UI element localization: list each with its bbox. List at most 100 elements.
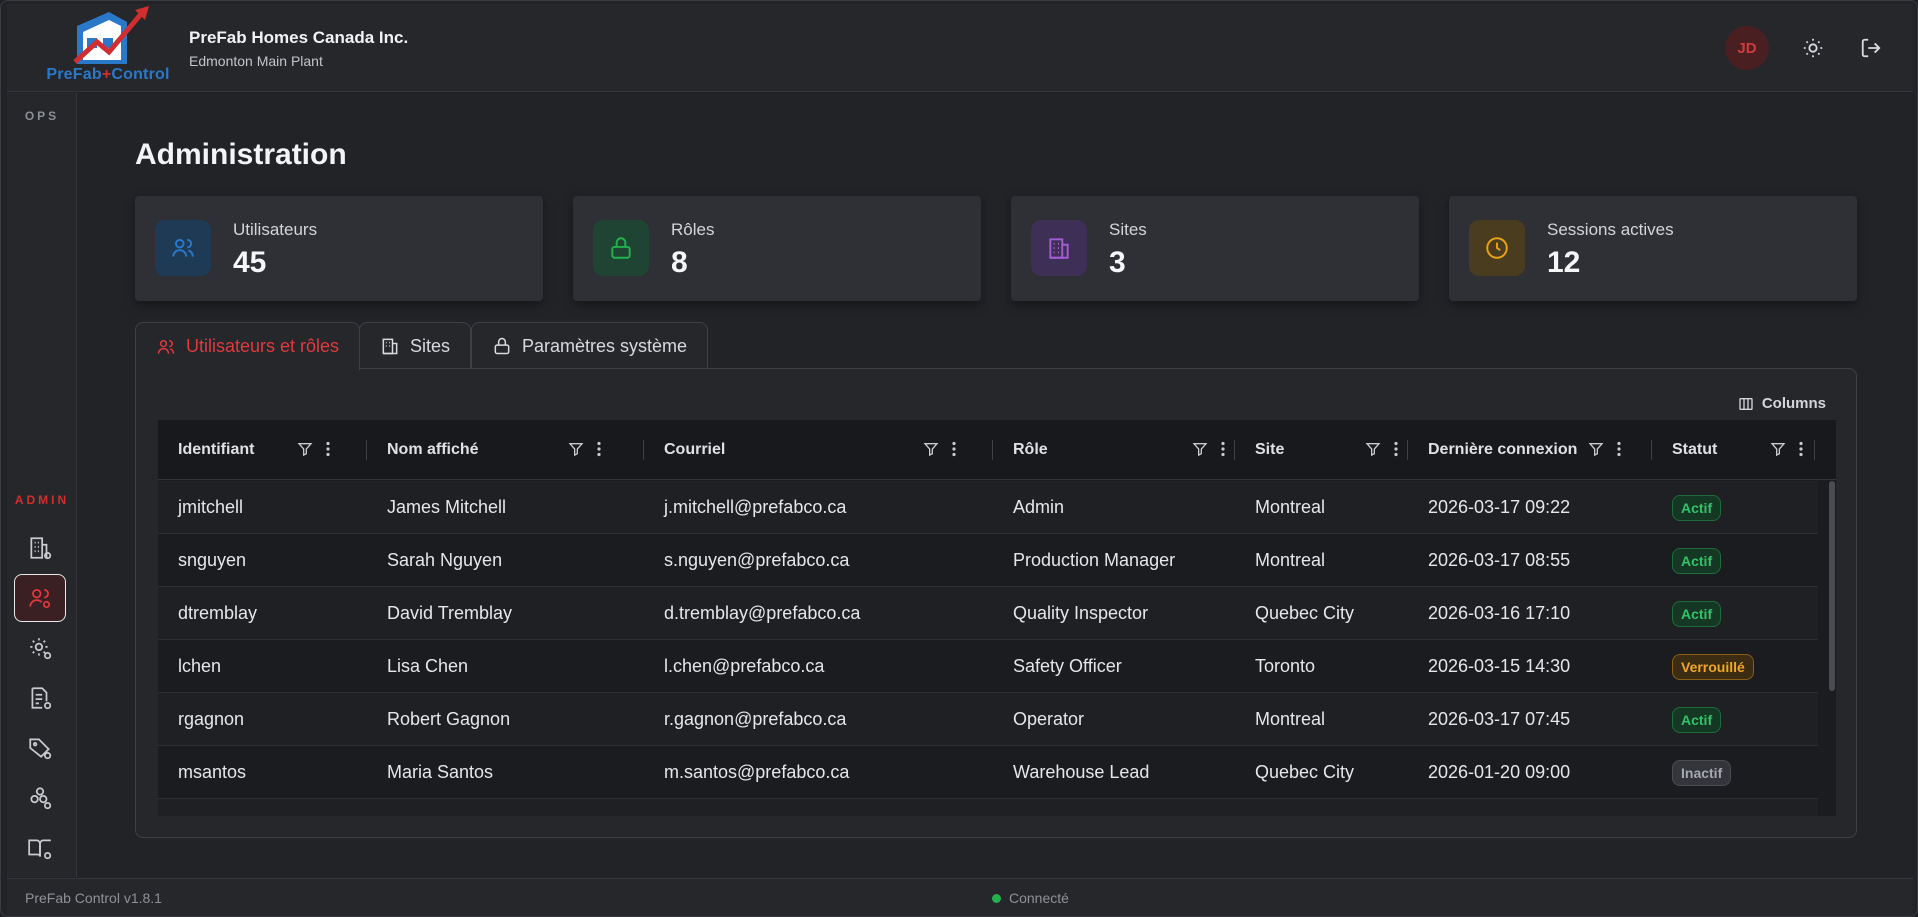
table-row[interactable]: snguyen Sarah Nguyen s.nguyen@prefabco.ca P… bbox=[158, 534, 1818, 587]
sidebar-section-admin: ADMIN bbox=[14, 493, 70, 507]
column-header-identifiant[interactable]: Identifiant bbox=[178, 420, 254, 480]
column-menu-button[interactable] bbox=[951, 441, 957, 457]
stat-value: 12 bbox=[1547, 246, 1581, 279]
more-vertical-icon bbox=[326, 441, 330, 457]
clock-icon bbox=[1486, 237, 1508, 259]
stat-value: 45 bbox=[233, 246, 267, 279]
table-cell: 2026-03-16 17:10 bbox=[1428, 603, 1571, 623]
column-filter-button[interactable] bbox=[1588, 441, 1604, 457]
sidebar-item-documents[interactable] bbox=[14, 674, 66, 722]
lock-icon bbox=[494, 337, 510, 355]
logout-button[interactable] bbox=[1857, 34, 1885, 62]
sidebar-item-materials[interactable] bbox=[14, 774, 66, 822]
table-row[interactable]: msantos Maria Santos m.santos@prefabco.ca W… bbox=[158, 746, 1818, 799]
status-cell: Actif bbox=[1672, 481, 1722, 534]
column-header-role[interactable]: Rôle bbox=[1013, 420, 1048, 480]
building-settings-icon bbox=[30, 537, 52, 560]
column-resize-handle[interactable] bbox=[992, 440, 993, 460]
tab-sites[interactable]: Sites bbox=[359, 322, 472, 369]
column-header-site[interactable]: Site bbox=[1255, 420, 1284, 480]
table-row[interactable]: lchen Lisa Chen l.chen@prefabco.ca Safety O… bbox=[158, 640, 1818, 693]
status-cell: Actif bbox=[1672, 587, 1722, 640]
theme-toggle-button[interactable] bbox=[1799, 34, 1827, 62]
column-header-courriel[interactable]: Courriel bbox=[664, 420, 725, 480]
column-filter-button[interactable] bbox=[923, 441, 939, 457]
column-resize-handle[interactable] bbox=[1651, 440, 1652, 460]
column-filter-button[interactable] bbox=[297, 441, 313, 457]
scrollbar-thumb[interactable] bbox=[1829, 481, 1835, 691]
table-cell: 2026-03-15 14:30 bbox=[1428, 656, 1571, 676]
column-menu-button[interactable] bbox=[1393, 441, 1399, 457]
stat-label: Sessions actives bbox=[1547, 220, 1674, 239]
column-filter-button[interactable] bbox=[1192, 441, 1208, 457]
more-vertical-icon bbox=[597, 441, 601, 457]
stat-card-users: Utilisateurs 45 bbox=[135, 196, 543, 301]
stat-label: Sites bbox=[1109, 220, 1147, 239]
column-header-nom[interactable]: Nom affiché bbox=[387, 420, 479, 480]
company-name: PreFab Homes Canada Inc. bbox=[189, 28, 409, 47]
filter-icon bbox=[1192, 443, 1208, 457]
column-resize-handle[interactable] bbox=[1234, 440, 1235, 460]
filter-icon bbox=[923, 443, 939, 457]
table-row[interactable]: jmitchell James Mitchell j.mitchell@prefab… bbox=[158, 481, 1818, 534]
tab-system-settings[interactable]: Paramètres système bbox=[471, 322, 709, 369]
column-menu-button[interactable] bbox=[1616, 441, 1622, 457]
filter-icon bbox=[1365, 443, 1381, 457]
table-cell: Production Manager bbox=[1013, 550, 1176, 570]
column-resize-handle[interactable] bbox=[643, 440, 644, 460]
column-menu-button[interactable] bbox=[1798, 441, 1804, 457]
table-cell: jmitchell bbox=[178, 497, 244, 517]
app-window: PreFab+Control PreFab Homes Canada Inc. … bbox=[0, 0, 1918, 917]
stat-icon-box bbox=[1469, 220, 1525, 276]
table-header: Identifiant Nom affiché Courriel Rôle Si… bbox=[158, 420, 1836, 480]
logo-text-plus: + bbox=[101, 66, 112, 83]
stat-icon-box bbox=[155, 220, 211, 276]
column-menu-button[interactable] bbox=[1220, 441, 1226, 457]
table-cell: lchen bbox=[178, 656, 222, 676]
tab-users-roles[interactable]: Utilisateurs et rôles bbox=[135, 322, 361, 370]
table-cell: s.nguyen@prefabco.ca bbox=[664, 550, 850, 570]
table-scrollbar[interactable] bbox=[1828, 481, 1836, 816]
column-resize-handle[interactable] bbox=[1407, 440, 1408, 460]
stat-label: Rôles bbox=[671, 220, 715, 239]
table-cell: Toronto bbox=[1255, 656, 1316, 676]
table-cell: d.tremblay@prefabco.ca bbox=[664, 603, 861, 623]
column-menu-button[interactable] bbox=[596, 441, 602, 457]
column-filter-button[interactable] bbox=[1770, 441, 1786, 457]
column-filter-button[interactable] bbox=[1365, 441, 1381, 457]
stat-value: 8 bbox=[671, 246, 688, 279]
column-menu-button[interactable] bbox=[325, 441, 331, 457]
column-header-derniere-connexion[interactable]: Dernière connexion bbox=[1428, 420, 1577, 480]
app-version: PreFab Control v1.8.1 bbox=[25, 890, 162, 906]
column-resize-handle[interactable] bbox=[1814, 440, 1815, 460]
users-table: Identifiant Nom affiché Courriel Rôle Si… bbox=[158, 420, 1836, 816]
sidebar-item-settings[interactable] bbox=[14, 624, 66, 672]
table-cell: Montreal bbox=[1255, 550, 1326, 570]
filter-icon bbox=[568, 443, 584, 457]
table-row[interactable]: dtremblay David Tremblay d.tremblay@prefab… bbox=[158, 587, 1818, 640]
table-row[interactable] bbox=[158, 799, 1818, 816]
tab-label: Paramètres système bbox=[522, 335, 688, 356]
document-settings-icon bbox=[31, 687, 52, 710]
sidebar-item-docs[interactable] bbox=[14, 824, 66, 872]
columns-button[interactable]: Columns bbox=[1738, 395, 1826, 412]
table-cell: Warehouse Lead bbox=[1013, 762, 1150, 782]
column-filter-button[interactable] bbox=[568, 441, 584, 457]
table-cell: Quebec City bbox=[1255, 762, 1355, 782]
column-header-statut[interactable]: Statut bbox=[1672, 420, 1717, 480]
user-avatar[interactable]: JD bbox=[1725, 26, 1769, 70]
sidebar-item-users[interactable] bbox=[14, 574, 66, 622]
table-cell: m.santos@prefabco.ca bbox=[664, 762, 850, 782]
filter-icon bbox=[1770, 443, 1786, 457]
stat-card-sites: Sites 3 bbox=[1011, 196, 1419, 301]
sidebar-item-sites[interactable] bbox=[14, 524, 66, 572]
sidebar-item-tags[interactable] bbox=[14, 724, 66, 772]
table-cell: Sarah Nguyen bbox=[387, 550, 503, 570]
header-label: Rôle bbox=[1013, 441, 1048, 458]
logo-text-a: PreFab bbox=[46, 66, 102, 83]
column-resize-handle[interactable] bbox=[366, 440, 367, 460]
app-logo[interactable]: PreFab+Control bbox=[37, 6, 179, 86]
table-row[interactable]: rgagnon Robert Gagnon r.gagnon@prefabco.ca… bbox=[158, 693, 1818, 746]
building-icon bbox=[382, 338, 398, 355]
table-cell: rgagnon bbox=[178, 709, 245, 729]
